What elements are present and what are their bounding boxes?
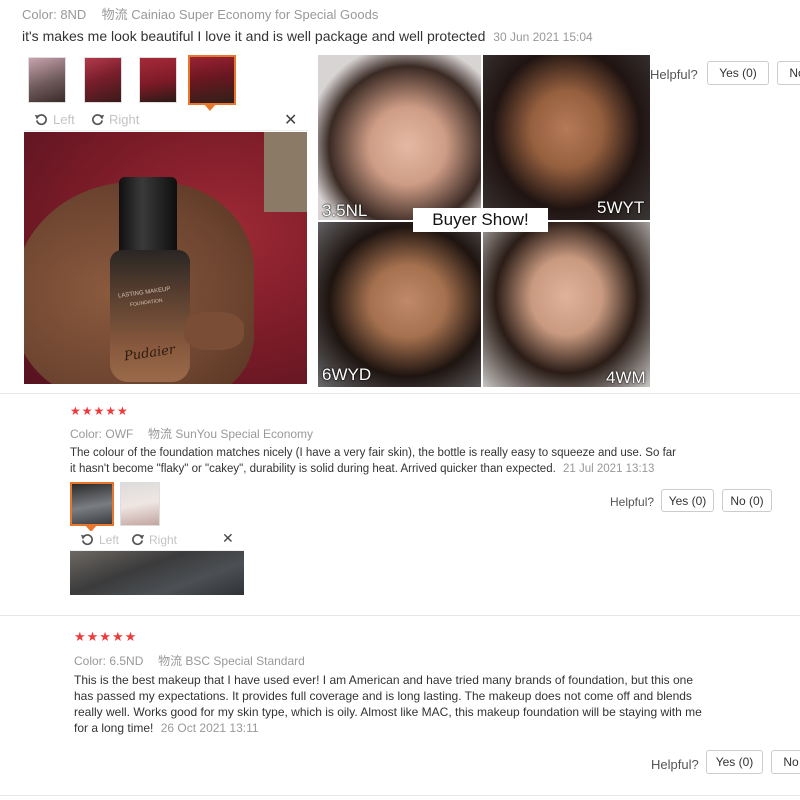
- helpful-yes-button[interactable]: Yes (0): [706, 750, 763, 774]
- review2-main-photo[interactable]: [70, 551, 244, 595]
- bottle-brand: Pudaier: [123, 342, 177, 365]
- rotate-right-icon: [132, 534, 145, 546]
- helpful-yes-button[interactable]: Yes (0): [707, 61, 769, 85]
- buyer-show-banner: Buyer Show!: [413, 208, 548, 232]
- bottle-cap: [119, 177, 177, 253]
- buyer-show-collage[interactable]: Buyer Show! 3.5NL 5WYT 6WYD 4WM: [318, 55, 650, 387]
- review1-meta: Color: 8ND 物流 Cainiao Super Economy for …: [22, 4, 378, 23]
- shade-caption-1: 3.5NL: [322, 201, 368, 220]
- review1-main-photo[interactable]: LASTING MAKEUP FOUNDATION Pudaier: [24, 132, 307, 384]
- selected-thumbnail-caret: [204, 104, 216, 111]
- buyer-photo-3: [318, 222, 481, 387]
- shipping-label: 物流: [101, 7, 128, 22]
- bottle-label-1: LASTING MAKEUP: [117, 286, 171, 300]
- close-icon[interactable]: ✕: [222, 530, 234, 547]
- star-rating: ★★★★★: [70, 404, 129, 418]
- rotate-right-icon: [92, 114, 105, 126]
- review2-meta: Color: OWF 物流 SunYou Special Economy: [70, 425, 313, 442]
- rotate-left-icon: [34, 114, 47, 126]
- review1-thumbnail-4[interactable]: [188, 55, 236, 105]
- buyer-photo-1: [318, 55, 481, 220]
- review3-meta: Color: 6.5ND 物流 BSC Special Standard: [74, 652, 305, 669]
- review-date: 21 Jul 2021 13:13: [563, 463, 655, 475]
- helpful-label: Helpful?: [610, 495, 655, 509]
- shade-caption-4: 4WM: [606, 368, 646, 387]
- shade-caption-3: 6WYD: [322, 365, 372, 384]
- helpful-no-button[interactable]: No: [771, 750, 800, 774]
- review1-thumbnail-1[interactable]: [28, 57, 66, 103]
- helpful-label: Helpful?: [650, 67, 698, 82]
- review-divider: [0, 795, 800, 796]
- shipping-label: 物流: [158, 654, 183, 668]
- helpful-no-button[interactable]: No: [777, 61, 800, 85]
- foundation-bottle: LASTING MAKEUP FOUNDATION Pudaier: [110, 250, 190, 382]
- shipping-value: Cainiao Super Economy for Special Goods: [131, 7, 379, 22]
- review1-text: it's makes me look beautiful I love it a…: [22, 28, 593, 44]
- review2-text: The colour of the foundation matches nic…: [70, 445, 770, 477]
- review-text-line-1: The colour of the foundation matches nic…: [70, 447, 676, 459]
- review-divider: [0, 615, 800, 616]
- review2-thumbnail-2[interactable]: [120, 482, 160, 526]
- close-icon[interactable]: ✕: [284, 110, 297, 130]
- wall-background: [264, 132, 307, 212]
- review1-image-viewer-toolbar: Left Right ✕: [24, 111, 308, 131]
- review-divider: [0, 393, 800, 394]
- review-text-line-1: This is the best makeup that I have used…: [74, 673, 694, 687]
- color-value: 6.5ND: [109, 654, 144, 668]
- review3-text: This is the best makeup that I have used…: [74, 672, 774, 736]
- buyer-photo-4: [483, 222, 650, 387]
- color-label: Color:: [74, 654, 107, 668]
- rotate-left-icon: [80, 534, 93, 546]
- review1-thumbnail-2[interactable]: [84, 57, 122, 103]
- color-value: OWF: [105, 427, 134, 441]
- shipping-value: BSC Special Standard: [185, 654, 305, 668]
- rotate-right-button[interactable]: Right: [90, 112, 139, 127]
- review2-image-viewer-toolbar: Left Right ✕: [70, 530, 244, 551]
- shade-caption-2: 5WYT: [597, 198, 645, 217]
- bottle-label-2: FOUNDATION: [129, 297, 163, 309]
- buyer-photo-2: [483, 55, 650, 220]
- shipping-value: SunYou Special Economy: [175, 427, 314, 441]
- review-text-line-3: really well. Works good for my skin type…: [74, 705, 702, 719]
- review2-thumbnail-1[interactable]: [70, 482, 114, 526]
- review-date: 26 Oct 2021 13:11: [160, 721, 259, 735]
- star-rating: ★★★★★: [74, 629, 138, 644]
- rotate-left-button[interactable]: Left: [80, 532, 119, 547]
- review-text-line-4: for a long time!: [74, 721, 154, 735]
- helpful-label: Helpful?: [651, 757, 699, 772]
- shipping-label: 物流: [148, 427, 173, 441]
- rotate-right-button[interactable]: Right: [130, 532, 177, 547]
- review-text-line-2: it hasn't become "flaky" or "cakey", dur…: [70, 463, 556, 475]
- color-value: 8ND: [60, 7, 87, 22]
- color-label: Color:: [22, 7, 57, 22]
- review-text: it's makes me look beautiful I love it a…: [22, 28, 486, 44]
- thumb-finger: [184, 312, 244, 350]
- color-label: Color:: [70, 427, 103, 441]
- review-date: 30 Jun 2021 15:04: [493, 30, 593, 44]
- review-text-line-2: has passed my expectations. It provides …: [74, 689, 692, 703]
- helpful-yes-button[interactable]: Yes (0): [661, 489, 714, 512]
- helpful-no-button[interactable]: No (0): [722, 489, 772, 512]
- review1-thumbnail-3[interactable]: [139, 57, 177, 103]
- rotate-left-button[interactable]: Left: [34, 112, 75, 127]
